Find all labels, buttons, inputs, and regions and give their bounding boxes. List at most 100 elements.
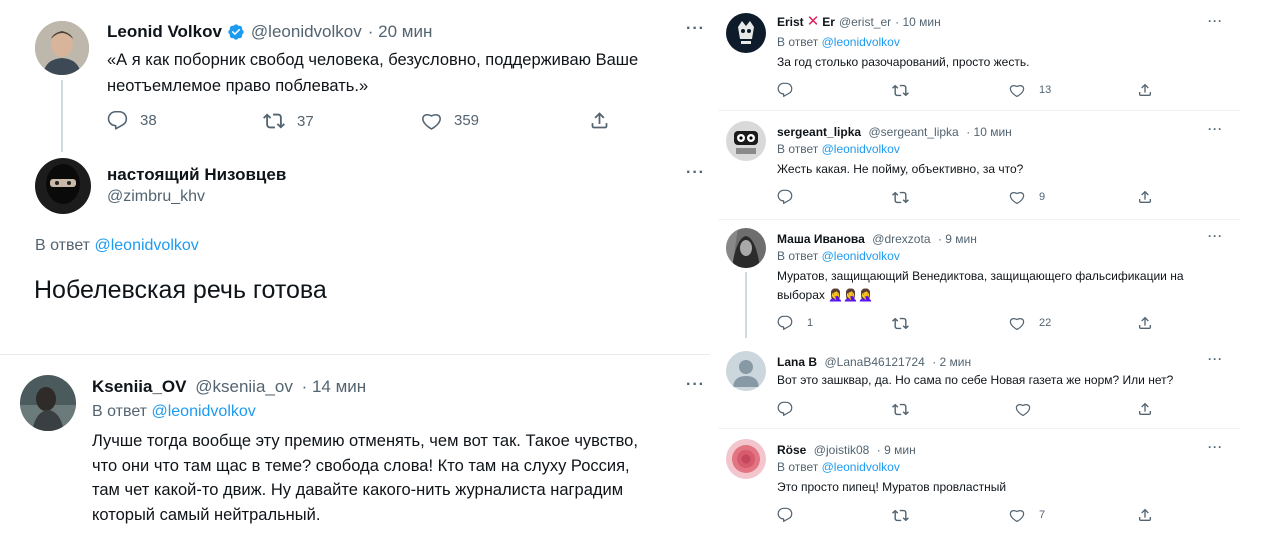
retweet-icon [892, 189, 909, 206]
like-button[interactable]: 7 [1009, 507, 1045, 523]
retweet-button[interactable] [892, 507, 909, 524]
share-button[interactable] [1137, 315, 1153, 331]
author-name[interactable]: Erist [777, 15, 804, 29]
reply-to-link[interactable]: @leonidvolkov [151, 403, 255, 420]
author-name[interactable]: sergeant_lipka [777, 125, 861, 139]
reply-prefix: В ответ [777, 35, 819, 49]
author-handle[interactable]: @kseniia_ov [195, 377, 293, 396]
tweet-text: Лучше тогда вообще эту премию отменять, … [92, 429, 702, 527]
retweet-button[interactable] [892, 82, 909, 99]
like-button[interactable]: 13 [1009, 82, 1051, 98]
author-handle[interactable]: @LanaB46121724 [824, 355, 924, 369]
like-icon [1009, 82, 1025, 98]
author-handle[interactable]: @zimbru_khv [107, 188, 205, 206]
reply-icon [777, 401, 793, 417]
reply-icon [777, 507, 793, 523]
avatar[interactable] [20, 375, 76, 431]
author-handle[interactable]: @joistik08 [814, 443, 870, 457]
tweet-text: Нобелевская речь готова [34, 276, 327, 304]
right-replies-panel: Erist ✕ Er @erist_er · 10 мин ··· В отве… [718, 3, 1240, 530]
tweet-text-line: который самый нейтральный. [92, 505, 321, 524]
reply-icon [777, 189, 793, 205]
reply-context: В ответ @leonidvolkov [35, 237, 199, 255]
retweet-count: 37 [297, 112, 314, 130]
more-icon[interactable]: ··· [686, 20, 705, 38]
author-handle[interactable]: @leonidvolkov [251, 22, 362, 42]
like-button[interactable] [1015, 401, 1031, 417]
tweet-text-line: что они что там щас в теме? свобода слов… [92, 456, 630, 475]
avatar[interactable] [35, 158, 91, 214]
avatar[interactable] [726, 439, 766, 479]
reply-to-link[interactable]: @leonidvolkov [822, 35, 900, 49]
tweet-time[interactable]: · 10 мин [895, 15, 941, 29]
reply-button[interactable] [777, 82, 793, 98]
like-button[interactable]: 359 [421, 110, 479, 131]
more-icon[interactable]: ··· [686, 164, 705, 182]
author-name[interactable]: Leonid Volkov [107, 22, 222, 42]
avatar[interactable] [726, 228, 766, 268]
avatar[interactable] [726, 121, 766, 161]
like-count: 9 [1039, 191, 1046, 203]
left-thread-panel: Leonid Volkov @leonidvolkov · 20 мин ···… [0, 0, 710, 533]
author-name[interactable]: Lana B [777, 355, 817, 369]
reply-button[interactable] [777, 401, 793, 417]
share-button[interactable] [1137, 82, 1153, 98]
more-icon[interactable]: ··· [686, 376, 705, 394]
tweet-text-line: выборах [777, 288, 825, 302]
like-icon [1009, 189, 1025, 205]
reply-to-link[interactable]: @leonidvolkov [94, 237, 198, 254]
retweet-icon [892, 315, 909, 332]
like-button[interactable]: 9 [1009, 189, 1045, 205]
more-icon[interactable]: ··· [1208, 122, 1223, 136]
author-name-suffix[interactable]: Er [822, 15, 835, 29]
reply-to-link[interactable]: @leonidvolkov [822, 460, 900, 474]
retweet-button[interactable] [892, 401, 909, 418]
avatar[interactable] [726, 13, 766, 53]
author-handle[interactable]: @drexzota [872, 232, 930, 246]
share-button[interactable] [1137, 507, 1153, 523]
author-name[interactable]: Röse [777, 443, 806, 457]
share-button[interactable] [1137, 401, 1153, 417]
more-icon[interactable]: ··· [1208, 440, 1223, 454]
share-button[interactable] [1137, 189, 1153, 205]
reply-button[interactable]: 1 [777, 315, 813, 331]
share-icon [1137, 82, 1153, 98]
tweet-text: Это просто пипец! Муратов провластный [777, 480, 1007, 494]
more-icon[interactable]: ··· [1208, 352, 1223, 366]
like-count: 13 [1039, 84, 1052, 96]
reply-button[interactable] [777, 507, 793, 523]
retweet-button[interactable] [892, 189, 909, 206]
tweet-text-line: там чет какой-то движ. Ну давайте какого… [92, 481, 624, 499]
author-name[interactable]: настоящий Низовцев [107, 165, 286, 185]
reply-count: 38 [140, 112, 157, 129]
author-name[interactable]: Маша Иванова [777, 232, 865, 246]
like-icon [1015, 401, 1031, 417]
tweet-text: Жесть какая. Не пойму, объективно, за чт… [777, 162, 1024, 176]
more-icon[interactable]: ··· [1208, 229, 1223, 243]
author-handle[interactable]: @erist_er [839, 15, 891, 29]
like-count: 22 [1039, 317, 1052, 329]
reply-button[interactable] [777, 189, 793, 205]
tweet-text: За год столько разочарований, просто жес… [777, 55, 1030, 69]
retweet-button[interactable] [892, 315, 909, 332]
tweet-time[interactable]: · 9 мин [877, 443, 916, 457]
avatar[interactable] [726, 351, 766, 391]
tweet-time[interactable]: · 2 мин [932, 355, 971, 369]
like-icon [1009, 507, 1025, 523]
share-icon [1137, 315, 1153, 331]
like-icon [421, 110, 442, 131]
reply-to-link[interactable]: @leonidvolkov [822, 249, 900, 263]
reply-to-link[interactable]: @leonidvolkov [822, 142, 900, 156]
like-button[interactable]: 22 [1009, 315, 1051, 331]
tweet-time[interactable]: · 14 мин [302, 377, 367, 396]
reply-button[interactable]: 38 [107, 110, 157, 131]
tweet-time[interactable]: · 20 мин [368, 22, 433, 42]
author-handle[interactable]: @sergeant_lipka [869, 125, 959, 139]
tweet-time[interactable]: · 10 мин [966, 125, 1012, 139]
retweet-button[interactable]: 37 [263, 110, 314, 132]
tweet-time[interactable]: · 9 мин [938, 232, 977, 246]
more-icon[interactable]: ··· [1208, 14, 1223, 28]
avatar[interactable] [35, 21, 89, 75]
share-button[interactable] [589, 110, 610, 131]
author-name[interactable]: Kseniia_OV [92, 377, 187, 396]
